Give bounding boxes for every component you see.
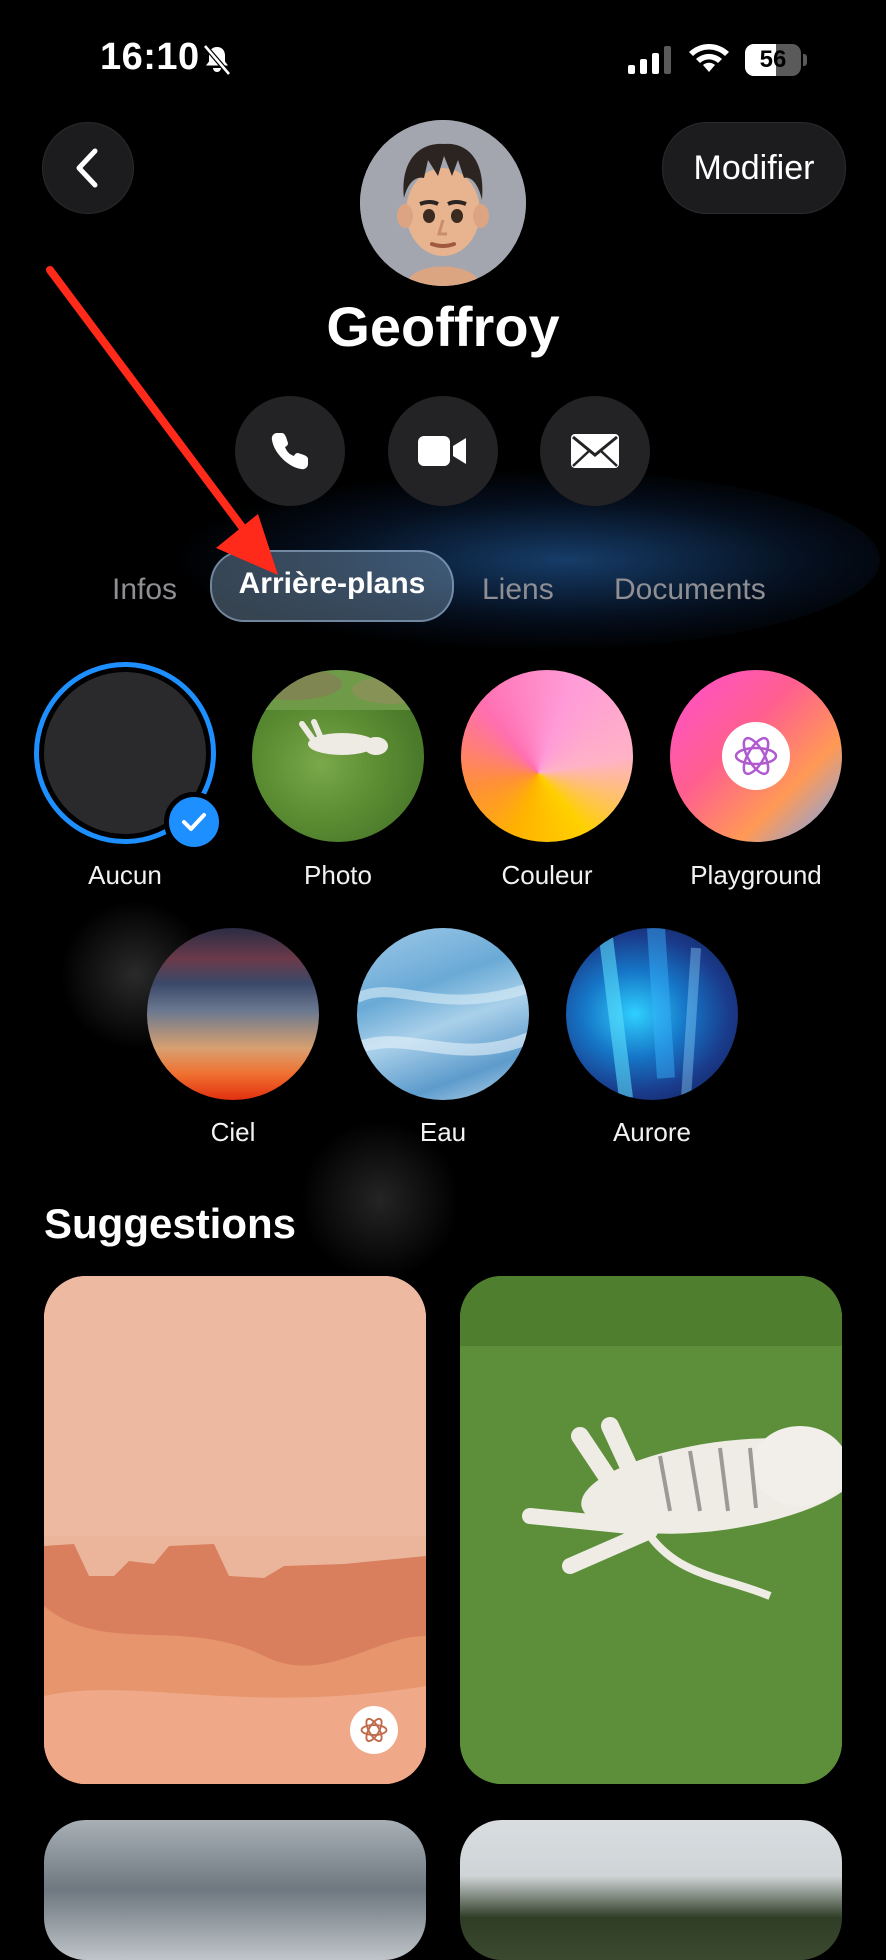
status-time: 16:10: [100, 36, 200, 78]
background-option-playground[interactable]: [670, 670, 842, 842]
battery-indicator: 56: [745, 44, 807, 76]
background-label: Photo: [304, 860, 372, 890]
contact-name: Geoffroy: [326, 295, 560, 358]
back-button[interactable]: [42, 122, 134, 214]
background-label: Couleur: [501, 860, 593, 890]
background-label: Ciel: [210, 1117, 256, 1147]
suggestion-card[interactable]: [44, 1820, 426, 1960]
background-option-ciel[interactable]: [147, 928, 319, 1100]
checkmark-icon: [164, 792, 224, 852]
background-label: Aucun: [88, 860, 162, 890]
tab-documents[interactable]: Documents: [614, 560, 766, 620]
phone-icon: [271, 433, 308, 470]
background-label: Aurore: [612, 1117, 692, 1147]
video-camera-icon: [418, 436, 466, 466]
envelope-icon: [571, 434, 619, 468]
video-call-button[interactable]: [388, 396, 498, 506]
wifi-icon: [689, 44, 729, 72]
aurora-texture: [599, 928, 701, 1099]
image-playground-icon: [722, 722, 790, 790]
call-button[interactable]: [235, 396, 345, 506]
memoji-avatar-icon: [360, 120, 526, 286]
tiger-wallpaper: [460, 1276, 842, 1784]
background-label: Playground: [690, 860, 822, 890]
suggestion-card-tiger[interactable]: [460, 1276, 842, 1784]
battery-percentage: 56: [759, 46, 787, 73]
mail-button[interactable]: [540, 396, 650, 506]
tiger-photo-thumbnail: [252, 670, 424, 755]
background-option-couleur[interactable]: [461, 670, 633, 842]
background-option-aurore[interactable]: [566, 928, 738, 1100]
tab-liens[interactable]: Liens: [482, 560, 554, 620]
avatar[interactable]: [360, 120, 526, 286]
bell-slash-icon: [203, 44, 231, 76]
suggestions-title: Suggestions: [44, 1200, 297, 1247]
chevron-left-icon: [76, 148, 98, 188]
image-playground-icon: [350, 1706, 398, 1754]
suggestion-card[interactable]: [460, 1820, 842, 1960]
water-texture: [357, 983, 529, 1056]
edit-button[interactable]: Modifier: [662, 122, 846, 214]
tab-infos[interactable]: Infos: [112, 560, 177, 620]
background-option-eau[interactable]: [357, 928, 529, 1100]
suggestion-card-desert[interactable]: [44, 1276, 426, 1784]
cellular-signal-icon: [628, 46, 671, 74]
background-label: Eau: [419, 1117, 467, 1147]
background-option-photo[interactable]: [252, 670, 424, 842]
tab-arriere-plans[interactable]: Arrière-plans: [210, 554, 454, 614]
